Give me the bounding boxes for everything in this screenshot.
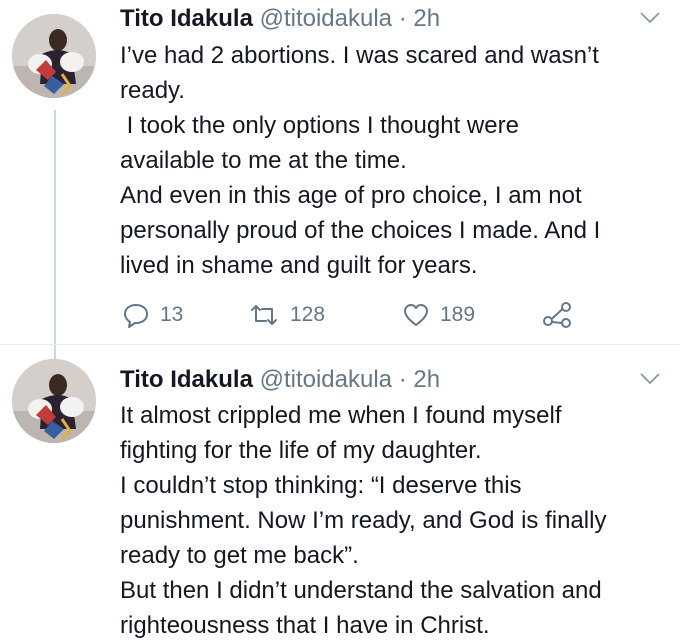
tweet-text-line: lived in shame and guilt for years. — [120, 252, 478, 279]
tweet-text-line: I’ve had 2 abortions. I was scared and w… — [120, 42, 599, 69]
tweet-text-line: fighting for the life of my daughter. — [120, 437, 482, 464]
timestamp[interactable]: 2h — [413, 366, 440, 393]
tweet-header: Tito Idakula @titoidakula · 2h — [120, 365, 440, 395]
retweet-count: 128 — [290, 303, 326, 326]
retweet-button[interactable]: 128 — [248, 298, 325, 332]
timestamp[interactable]: 2h — [413, 5, 440, 32]
avatar-image — [12, 14, 96, 98]
avatar[interactable] — [12, 14, 96, 98]
like-button[interactable]: 189 — [402, 298, 475, 332]
tweet-actions: 13 128 189 — [120, 298, 660, 332]
reply-icon — [124, 304, 148, 328]
reply-count: 13 — [160, 303, 184, 326]
retweet-icon — [251, 305, 277, 325]
tweet-text: I’ve had 2 abortions. I was scared and w… — [120, 38, 676, 283]
avatar-image — [12, 359, 96, 443]
tweet[interactable]: Tito Idakula @titoidakula · 2h I’ve had … — [0, 0, 680, 345]
separator-dot: · — [398, 5, 407, 32]
reply-button[interactable]: 13 — [122, 298, 183, 332]
heart-icon — [404, 304, 428, 326]
tweet-text: It almost crippled me when I found mysel… — [120, 398, 676, 643]
author-name[interactable]: Tito Idakula — [120, 366, 253, 393]
tweet-text-line: ready to get me back”. — [120, 542, 359, 569]
tweet-text-line: righteousness that I have in Christ. — [120, 612, 490, 639]
tweet[interactable]: Tito Idakula @titoidakula · 2h It almost… — [0, 345, 680, 644]
share-icon — [543, 302, 571, 328]
tweet-text-line: But then I didn’t understand the salvati… — [120, 577, 602, 604]
tweet-header: Tito Idakula @titoidakula · 2h — [120, 4, 440, 34]
author-handle[interactable]: @titoidakula — [260, 5, 392, 32]
avatar[interactable] — [12, 359, 96, 443]
share-button[interactable] — [542, 298, 572, 332]
tweet-text-line: punishment. Now I’m ready, and God is fi… — [120, 507, 607, 534]
separator-dot: · — [398, 366, 407, 393]
tweet-text-line: It almost crippled me when I found mysel… — [120, 402, 562, 429]
like-count: 189 — [440, 303, 476, 326]
tweet-text-line: And even in this age of pro choice, I am… — [120, 182, 582, 209]
author-handle[interactable]: @titoidakula — [260, 366, 392, 393]
tweet-text-line: available to me at the time. — [120, 147, 407, 174]
tweet-text-line: personally proud of the choices I made. … — [120, 217, 601, 244]
tweet-text-line: I took the only options I thought were — [120, 112, 519, 139]
chevron-down-icon[interactable] — [638, 371, 662, 387]
chevron-down-icon[interactable] — [638, 10, 662, 26]
author-name[interactable]: Tito Idakula — [120, 5, 253, 32]
tweet-text-line: ready. — [120, 77, 185, 104]
tweet-text-line: I couldn’t stop thinking: “I deserve thi… — [120, 472, 522, 499]
